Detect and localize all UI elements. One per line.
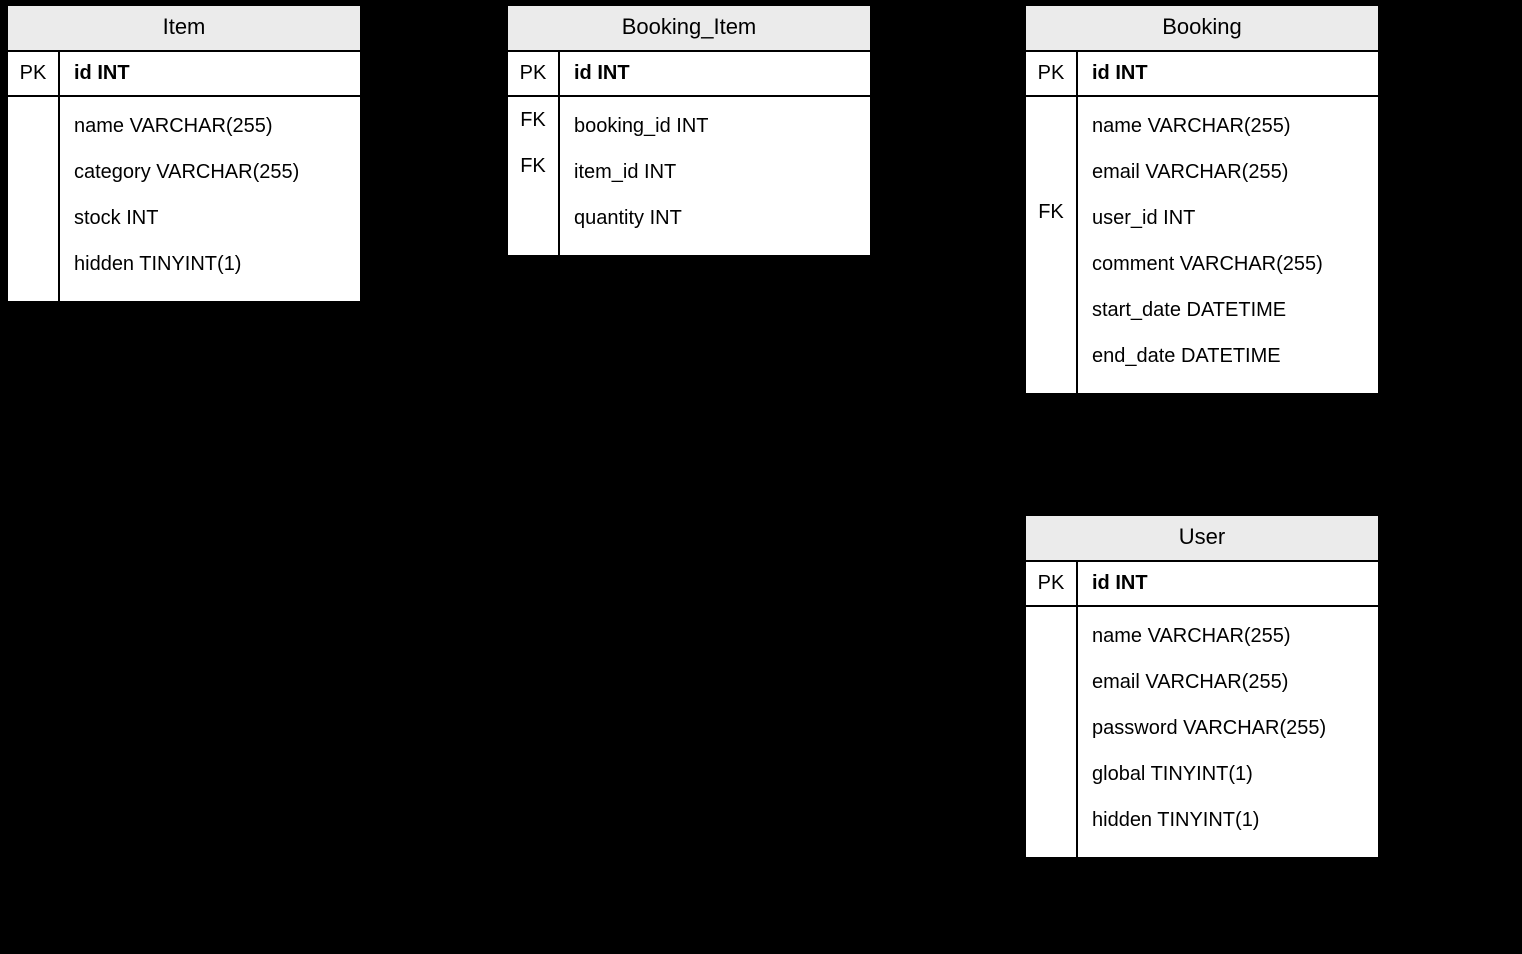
key-marker <box>1026 327 1076 373</box>
key-marker <box>1026 281 1076 327</box>
entity-item-pk-row: PK id INT <box>8 52 360 97</box>
pk-field: id INT <box>1078 52 1378 95</box>
key-column <box>1026 607 1078 857</box>
attr-line: quantity INT <box>574 195 856 241</box>
attr-line: hidden TINYINT(1) <box>74 241 346 287</box>
key-marker <box>1026 235 1076 281</box>
entity-user-pk-row: PK id INT <box>1026 562 1378 607</box>
attr-line: name VARCHAR(255) <box>1092 103 1364 149</box>
key-column: FK <box>1026 97 1078 393</box>
entity-booking-item-body: FK FK booking_id INT item_id INT quantit… <box>508 97 870 255</box>
pk-field: id INT <box>1078 562 1378 605</box>
key-marker <box>1026 97 1076 143</box>
key-marker <box>8 189 58 235</box>
entity-booking-body: FK name VARCHAR(255) email VARCHAR(255) … <box>1026 97 1378 393</box>
entity-item-body: name VARCHAR(255) category VARCHAR(255) … <box>8 97 360 301</box>
attr-line: item_id INT <box>574 149 856 195</box>
attr-line: start_date DATETIME <box>1092 287 1364 333</box>
key-marker <box>8 235 58 281</box>
attr-line: end_date DATETIME <box>1092 333 1364 379</box>
field-column: booking_id INT item_id INT quantity INT <box>560 97 870 255</box>
pk-label: PK <box>1026 52 1078 95</box>
entity-booking-pk-row: PK id INT <box>1026 52 1378 97</box>
pk-label: PK <box>8 52 60 95</box>
key-marker: FK <box>1026 189 1076 235</box>
attr-line: global TINYINT(1) <box>1092 751 1364 797</box>
key-marker <box>8 143 58 189</box>
entity-user: User PK id INT name VARCHAR(255) email V… <box>1024 514 1380 859</box>
key-column <box>8 97 60 301</box>
key-marker <box>1026 699 1076 745</box>
key-marker <box>1026 607 1076 653</box>
entity-booking-title: Booking <box>1026 6 1378 52</box>
key-marker: FK <box>508 97 558 143</box>
field-column: name VARCHAR(255) email VARCHAR(255) pas… <box>1078 607 1378 857</box>
entity-user-body: name VARCHAR(255) email VARCHAR(255) pas… <box>1026 607 1378 857</box>
key-marker <box>1026 791 1076 837</box>
attr-line: user_id INT <box>1092 195 1364 241</box>
pk-label: PK <box>1026 562 1078 605</box>
attr-line: hidden TINYINT(1) <box>1092 797 1364 843</box>
pk-label: PK <box>508 52 560 95</box>
field-column: name VARCHAR(255) email VARCHAR(255) use… <box>1078 97 1378 393</box>
entity-item: Item PK id INT name VARCHAR(255) categor… <box>6 4 362 303</box>
key-marker <box>1026 745 1076 791</box>
entity-booking-item: Booking_Item PK id INT FK FK booking_id … <box>506 4 872 257</box>
entity-item-title: Item <box>8 6 360 52</box>
key-marker <box>1026 143 1076 189</box>
key-marker <box>508 189 558 235</box>
entity-booking-item-pk-row: PK id INT <box>508 52 870 97</box>
attr-line: password VARCHAR(255) <box>1092 705 1364 751</box>
pk-field: id INT <box>60 52 360 95</box>
attr-line: booking_id INT <box>574 103 856 149</box>
attr-line: email VARCHAR(255) <box>1092 149 1364 195</box>
attr-line: name VARCHAR(255) <box>74 103 346 149</box>
key-column: FK FK <box>508 97 560 255</box>
attr-line: stock INT <box>74 195 346 241</box>
attr-line: category VARCHAR(255) <box>74 149 346 195</box>
attr-line: email VARCHAR(255) <box>1092 659 1364 705</box>
pk-field: id INT <box>560 52 870 95</box>
key-marker: FK <box>508 143 558 189</box>
key-marker <box>8 97 58 143</box>
attr-line: name VARCHAR(255) <box>1092 613 1364 659</box>
entity-user-title: User <box>1026 516 1378 562</box>
entity-booking-item-title: Booking_Item <box>508 6 870 52</box>
entity-booking: Booking PK id INT FK name VARCHAR(255) e… <box>1024 4 1380 395</box>
field-column: name VARCHAR(255) category VARCHAR(255) … <box>60 97 360 301</box>
attr-line: comment VARCHAR(255) <box>1092 241 1364 287</box>
key-marker <box>1026 653 1076 699</box>
